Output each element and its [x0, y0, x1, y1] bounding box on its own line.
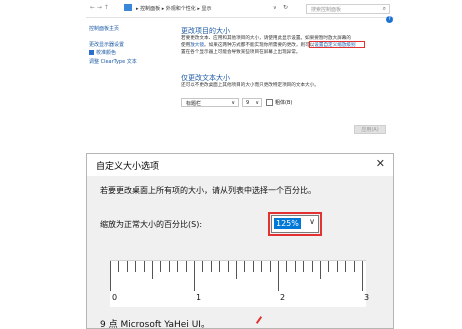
ruler-tick	[294, 261, 296, 272]
search-input[interactable]: 搜索控制面板 ⌕	[306, 4, 390, 14]
breadcrumb[interactable]: ▸ 控制面板 ▸ 外观和个性化 ▸ 显示	[136, 5, 211, 12]
shield-icon	[89, 50, 94, 55]
ruler-tick	[362, 261, 363, 291]
dialog-title: 自定义大小选项	[96, 162, 160, 172]
section-text-line: 还可以不更改桌面上其他项目的大小而只更改特定项目的文本大小。	[181, 83, 319, 88]
checkbox-box	[266, 99, 273, 106]
sidebar-item-home[interactable]: 控制面板主页	[89, 25, 119, 32]
dialog-titlebar[interactable]: 自定义大小选项 ✕	[87, 154, 393, 176]
ruler-tick	[152, 261, 153, 279]
ruler-tick	[303, 261, 305, 272]
close-icon[interactable]: ✕	[376, 157, 385, 170]
bold-checkbox[interactable]: 粗体(B)	[266, 99, 292, 106]
control-panel-icon	[124, 4, 132, 11]
ruler-tick	[135, 261, 137, 272]
ruler-tick	[126, 261, 128, 272]
dialog-body: 若要更改桌面上所有项的大小，请从列表中选择一个百分比。 缩放为正常大小的百分比(…	[87, 176, 393, 329]
chevron-down-icon[interactable]: ∨	[273, 5, 277, 11]
control-panel-window: ← → ↑ ▸ 控制面板 ▸ 外观和个性化 ▸ 显示 ∨ ↻ 搜索控制面板 ⌕ …	[86, 0, 394, 140]
sidebar-item-calibrate-label: 校准颜色	[96, 50, 117, 56]
help-icon[interactable]: ?	[386, 16, 393, 23]
ruler-tick	[278, 261, 279, 291]
custom-size-dialog: 自定义大小选项 ✕ 若要更改桌面上所有项的大小，请从列表中选择一个百分比。 缩放…	[86, 153, 394, 329]
scale-ruler[interactable]: 0 1 2 3	[110, 260, 370, 307]
ruler-tick	[177, 261, 179, 272]
font-size-value: 9	[246, 100, 250, 106]
ruler-tick	[118, 261, 120, 272]
ruler-tick	[210, 261, 212, 272]
ruler-tick	[185, 261, 187, 272]
address-bar: ← → ↑ ▸ 控制面板 ▸ 外观和个性化 ▸ 显示 ∨ ↻ 搜索控制面板 ⌕	[86, 3, 394, 18]
scale-label: 缩放为正常大小的百分比(S):	[100, 220, 203, 229]
scale-select-value: 125%	[274, 218, 301, 229]
instruction-text: 若要更改桌面上所有项的大小，请从列表中选择一个百分比。	[100, 186, 316, 195]
ruler-label: 0	[112, 293, 118, 302]
ruler-label: 3	[364, 293, 370, 302]
ruler-tick	[311, 261, 313, 272]
ruler-tick	[320, 261, 321, 279]
ruler-tick	[160, 261, 162, 272]
chevron-down-icon: ∨	[309, 217, 315, 226]
apply-button[interactable]: 应用(A)	[354, 125, 386, 134]
item-select-value: 标题栏	[186, 101, 202, 107]
text-run: 使用	[181, 43, 191, 48]
ruler-tick	[143, 261, 145, 272]
sidebar-item-resolution[interactable]: 更改显示器设置	[89, 41, 124, 48]
search-placeholder: 搜索控制面板	[311, 7, 342, 13]
ruler-label: 1	[196, 293, 202, 302]
sidebar-item-calibrate[interactable]: 校准颜色	[89, 49, 116, 56]
item-select[interactable]: 标题栏 ∨	[181, 98, 239, 107]
ruler-tick	[219, 261, 221, 272]
bold-label: 粗体(B)	[275, 100, 293, 106]
sidebar-item-cleartype[interactable]: 调整 ClearType 文本	[89, 58, 137, 65]
ruler-tick	[194, 261, 195, 291]
scale-select[interactable]: 125% ∨	[271, 215, 319, 233]
font-size-select[interactable]: 9 ∨	[242, 98, 262, 107]
ruler-tick	[244, 261, 246, 272]
ruler-tick	[202, 261, 204, 272]
chevron-down-icon: ∨	[255, 100, 259, 106]
highlight-box	[309, 41, 365, 48]
ruler-tick	[227, 261, 229, 272]
ruler-tick	[236, 261, 237, 279]
ruler-tick	[168, 261, 170, 272]
ruler-tick	[252, 261, 254, 272]
ruler-tick	[345, 261, 347, 272]
ruler-tick	[110, 261, 111, 291]
ruler-tick	[261, 261, 263, 272]
ruler-label: 2	[280, 293, 286, 302]
chevron-down-icon: ∨	[231, 100, 235, 106]
text-run: 。如果这两种方式都不能实现你所需要的更改，则可以	[204, 43, 315, 48]
nav-arrows-icon[interactable]: ← → ↑	[90, 4, 109, 11]
refresh-icon[interactable]: ↻	[283, 4, 288, 11]
ruler-tick	[336, 261, 338, 272]
ruler-tick	[286, 261, 288, 272]
ruler-tick	[353, 261, 355, 272]
section-text-line: 置在各个显示器上可能会导致某些项目在屏幕上出现异常。	[181, 50, 301, 55]
magnifier-link[interactable]: 放大镜	[190, 43, 204, 48]
sample-text: 9 点 Microsoft YaHei UI。	[100, 320, 210, 329]
search-icon[interactable]: ⌕	[383, 5, 386, 13]
ruler-tick	[269, 261, 271, 272]
ruler-tick	[328, 261, 330, 272]
